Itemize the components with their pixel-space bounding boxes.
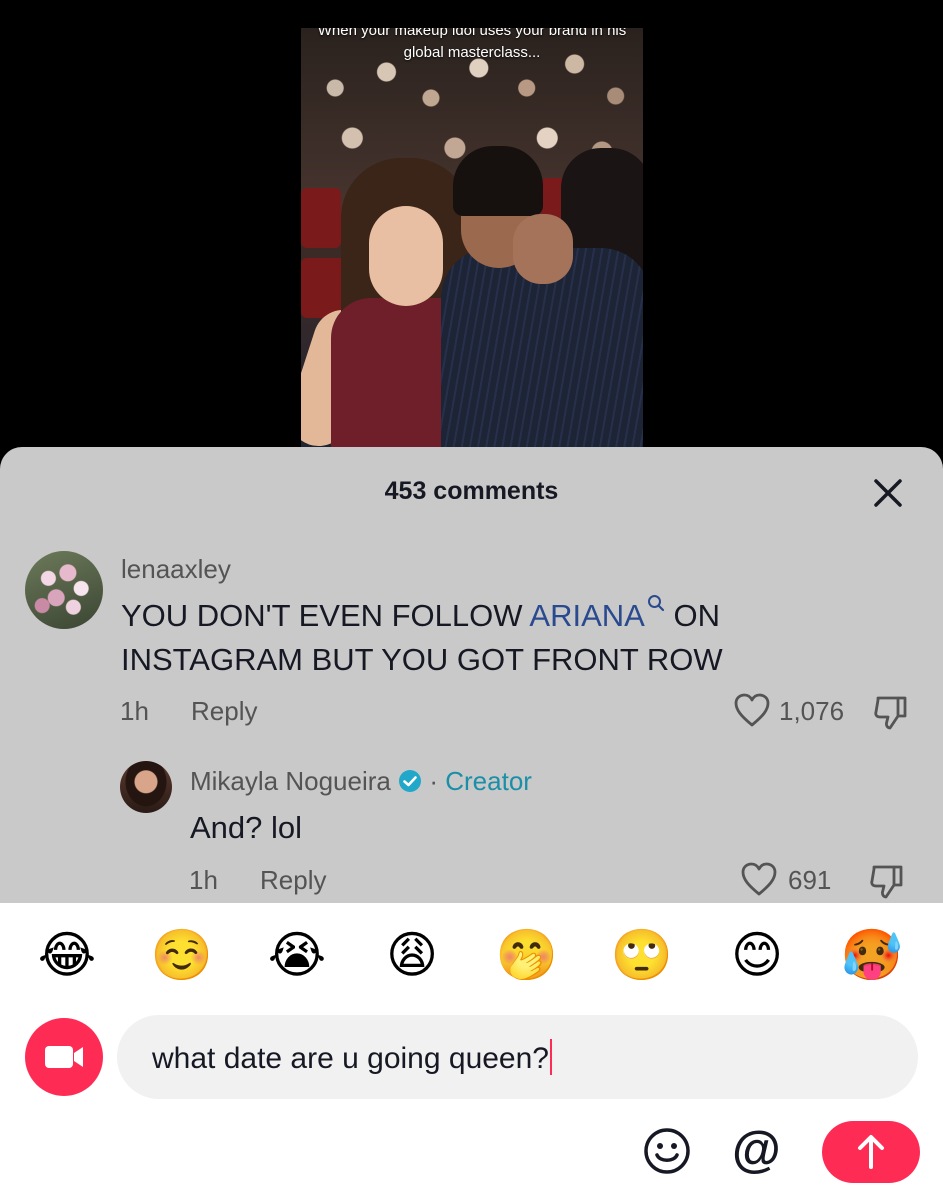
arrow-up-icon — [858, 1135, 884, 1169]
emoji-button[interactable]: 😩 — [379, 925, 445, 985]
comment-time: 1h — [120, 696, 149, 726]
like-count: 1,076 — [779, 696, 845, 726]
emoji-button[interactable]: 🥵 — [839, 925, 905, 985]
emoji-icon — [644, 1128, 690, 1174]
dislike-icon — [870, 865, 903, 899]
like-button[interactable]: 1,076 — [733, 692, 845, 732]
close-icon — [874, 479, 902, 507]
camera-icon — [45, 1046, 83, 1068]
mention-link[interactable]: ARIANA — [529, 595, 664, 633]
comment-username-row: Mikayla Nogueira · Creator — [190, 766, 532, 797]
dislike-button[interactable] — [870, 692, 912, 734]
reply-button[interactable]: Reply — [260, 865, 326, 896]
comment-username[interactable]: lenaaxley — [121, 554, 231, 585]
video-player[interactable]: When your makeup idol uses your brand in… — [301, 28, 643, 448]
emoji-button[interactable]: 🙄 — [609, 925, 675, 985]
video-person-hair — [453, 146, 543, 216]
dislike-button[interactable] — [866, 861, 908, 903]
reply-button[interactable]: Reply — [191, 696, 257, 727]
search-icon — [647, 595, 664, 612]
text-caret — [550, 1039, 552, 1075]
mention-text: ARIANA — [529, 598, 645, 633]
comment-input-value: what date are u going queen? — [152, 1042, 549, 1075]
comment-input-text: what date are u going queen? — [152, 1039, 552, 1076]
send-button[interactable] — [822, 1121, 920, 1183]
comment-input[interactable]: what date are u going queen? — [117, 1015, 918, 1099]
comment-text-part: YOU DON'T EVEN FOLLOW — [121, 598, 530, 633]
emoji-button[interactable]: 😂 — [34, 925, 100, 985]
emoji-button[interactable]: 🤭 — [494, 925, 560, 985]
comment-username[interactable]: Mikayla Nogueira — [190, 766, 391, 796]
heart-icon — [734, 693, 770, 727]
comment-time: 1h — [189, 865, 218, 895]
emoji-button[interactable]: 😊 — [724, 925, 790, 985]
badge-separator: · — [429, 766, 439, 796]
avatar[interactable] — [120, 761, 172, 813]
camera-button[interactable] — [25, 1018, 103, 1096]
comment-text: And? lol — [190, 810, 303, 845]
video-seat — [301, 188, 341, 248]
video-caption-overlay: When your makeup idol uses your brand in… — [317, 28, 627, 61]
like-button[interactable]: 691 — [740, 861, 840, 901]
verified-icon — [399, 770, 422, 792]
close-button[interactable] — [866, 471, 910, 515]
creator-label: Creator — [445, 766, 532, 796]
comments-count-title: 453 comments — [384, 477, 559, 505]
video-person-face — [369, 206, 443, 306]
comments-sheet: 453 comments lenaaxley YOU DON'T EVEN FO… — [0, 447, 943, 903]
at-icon: @ — [732, 1121, 781, 1177]
comment-composer: 😂 ☺️ 😭 😩 🤭 🙄 😊 🥵 what date are u going q… — [0, 903, 943, 1200]
heart-icon — [741, 862, 777, 896]
emoji-picker-button[interactable] — [642, 1126, 692, 1176]
comment-text: YOU DON'T EVEN FOLLOW ARIANA ON INSTAGRA… — [121, 594, 761, 682]
mention-button[interactable]: @ — [732, 1121, 781, 1177]
dislike-icon — [874, 696, 907, 730]
emoji-button[interactable]: 😭 — [264, 925, 330, 985]
avatar[interactable] — [25, 551, 103, 629]
like-count: 691 — [788, 865, 832, 895]
video-person-hand — [513, 214, 573, 284]
emoji-button[interactable]: ☺️ — [149, 925, 215, 985]
